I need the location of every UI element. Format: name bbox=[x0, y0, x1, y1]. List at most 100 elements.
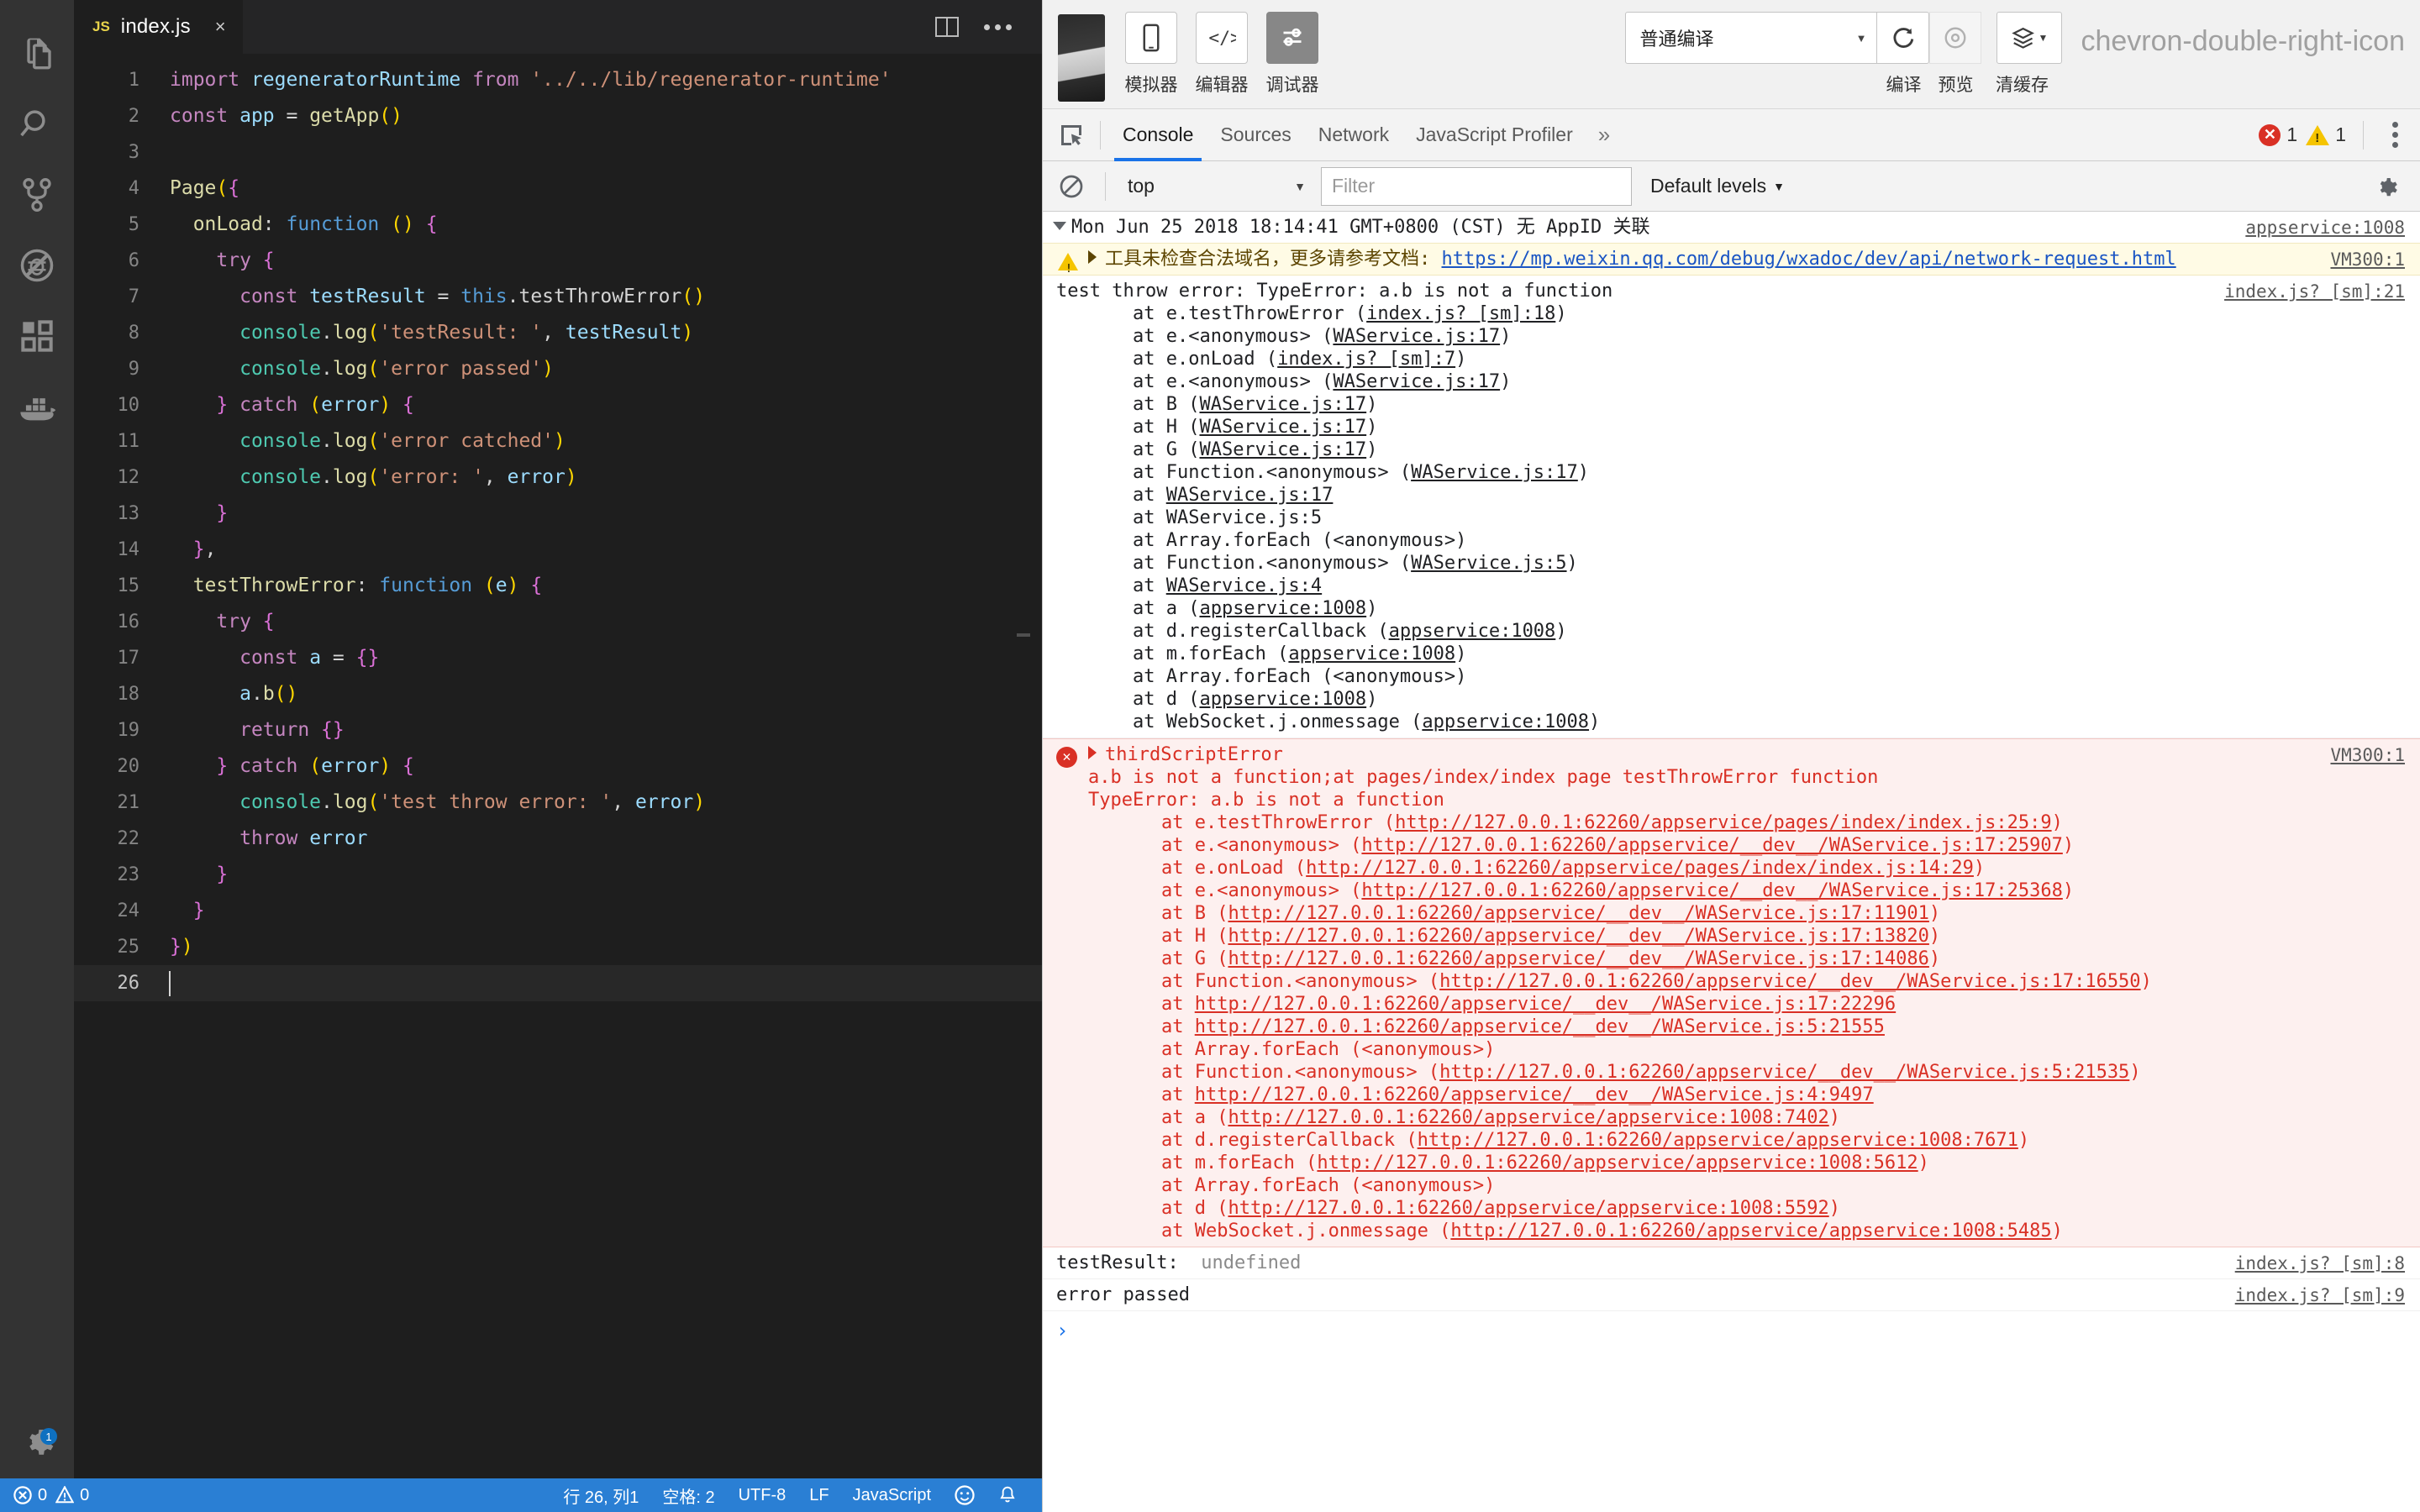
code-line[interactable]: 16 try { bbox=[74, 604, 1042, 640]
console-log-row[interactable]: error passed index.js? [sm]:9 bbox=[1043, 1279, 2420, 1311]
code-line[interactable]: 23 } bbox=[74, 857, 1042, 893]
execution-context-select[interactable]: top ▼ bbox=[1121, 175, 1314, 197]
clear-cache-button[interactable]: ▼ bbox=[1996, 12, 2063, 64]
code-line[interactable]: 24 } bbox=[74, 893, 1042, 929]
stack-link[interactable]: appservice:1008 bbox=[1422, 711, 1589, 732]
phone-icon[interactable] bbox=[1125, 12, 1177, 64]
status-warnings[interactable]: 0 bbox=[55, 1486, 89, 1505]
stack-link[interactable]: http://127.0.0.1:62260/appservice/__dev_… bbox=[1439, 1062, 2129, 1083]
code-line[interactable]: 1 import regeneratorRuntime from '../../l… bbox=[74, 62, 1042, 98]
stack-link[interactable]: http://127.0.0.1:62260/appservice/appser… bbox=[1228, 1198, 1828, 1219]
expand-icon[interactable] bbox=[1088, 250, 1097, 264]
close-icon[interactable]: × bbox=[215, 16, 226, 38]
code-line[interactable]: 6 try { bbox=[74, 243, 1042, 279]
stack-link[interactable]: http://127.0.0.1:62260/appservice/__dev_… bbox=[1228, 948, 1928, 969]
stack-link[interactable]: WAService.js:5 bbox=[1411, 553, 1566, 574]
code-icon[interactable]: </> bbox=[1196, 12, 1248, 64]
code-line[interactable]: 22 throw error bbox=[74, 821, 1042, 857]
stack-link[interactable]: WAService.js:17 bbox=[1411, 462, 1578, 483]
stack-link[interactable]: http://127.0.0.1:62260/appservice/appser… bbox=[1228, 1107, 1828, 1128]
source-control-icon[interactable] bbox=[0, 160, 74, 230]
toolbar-item-debugger[interactable]: 调试器 bbox=[1261, 12, 1323, 97]
code-line[interactable]: 20 } catch (error) { bbox=[74, 748, 1042, 785]
eol[interactable]: LF bbox=[809, 1486, 829, 1505]
code-line[interactable]: 8 console.log('testResult: ', testResult… bbox=[74, 315, 1042, 351]
extensions-icon[interactable] bbox=[0, 301, 74, 371]
tab-sources[interactable]: Sources bbox=[1207, 109, 1304, 161]
code-line[interactable]: 2 const app = getApp() bbox=[74, 98, 1042, 134]
stack-link[interactable]: http://127.0.0.1:62260/appservice/__dev_… bbox=[1439, 971, 2140, 992]
stack-link[interactable]: http://127.0.0.1:62260/appservice/__dev_… bbox=[1195, 1016, 1885, 1037]
console-error-count[interactable]: ✕ 1 bbox=[2259, 123, 2297, 146]
smiley-icon[interactable] bbox=[955, 1485, 975, 1505]
stack-link[interactable]: http://127.0.0.1:62260/appservice/__dev_… bbox=[1361, 880, 2062, 901]
devtools-menu-icon[interactable] bbox=[2381, 122, 2410, 148]
code-line[interactable]: 19 return {} bbox=[74, 712, 1042, 748]
status-errors[interactable]: 0 bbox=[13, 1486, 47, 1505]
toolbar-item-simulator[interactable]: 模拟器 bbox=[1120, 12, 1182, 97]
console-settings-icon[interactable] bbox=[2373, 174, 2410, 199]
indentation[interactable]: 空格: 2 bbox=[662, 1483, 714, 1508]
console-prompt[interactable]: › bbox=[1043, 1311, 2420, 1351]
code-line[interactable]: 12 console.log('error: ', error) bbox=[74, 459, 1042, 496]
stack-link[interactable]: appservice:1008 bbox=[1389, 621, 1556, 642]
no-debug-icon[interactable] bbox=[0, 230, 74, 301]
stack-link[interactable]: http://127.0.0.1:62260/appservice/__dev_… bbox=[1228, 903, 1928, 924]
scrollbar-marker[interactable] bbox=[1017, 633, 1030, 637]
compile-mode-select[interactable]: 普通编译 ▼ bbox=[1625, 12, 1878, 64]
debug-icon[interactable] bbox=[1266, 12, 1318, 64]
stack-link[interactable]: http://127.0.0.1:62260/appservice/appser… bbox=[1317, 1152, 1918, 1173]
code-line[interactable]: 15 testThrowError: function (e) { bbox=[74, 568, 1042, 604]
code-line[interactable]: 18 a.b() bbox=[74, 676, 1042, 712]
language-mode[interactable]: JavaScript bbox=[853, 1486, 931, 1505]
stack-link[interactable]: WAService.js:4 bbox=[1166, 575, 1322, 596]
console-output[interactable]: Mon Jun 25 2018 18:14:41 GMT+0800 (CST) … bbox=[1043, 212, 2420, 1512]
settings-gear-icon[interactable] bbox=[0, 1418, 74, 1465]
stack-link[interactable]: WAService.js:17 bbox=[1333, 371, 1500, 392]
console-warning-count[interactable]: 1 bbox=[2306, 123, 2346, 146]
source-link[interactable]: index.js? [sm]:9 bbox=[2235, 1284, 2405, 1307]
code-line[interactable]: 5 onLoad: function () { bbox=[74, 207, 1042, 243]
code-lines[interactable]: 1 import regeneratorRuntime from '../../l… bbox=[74, 54, 1042, 1478]
console-group-header[interactable]: Mon Jun 25 2018 18:14:41 GMT+0800 (CST) … bbox=[1043, 212, 2420, 243]
source-link[interactable]: index.js? [sm]:21 bbox=[2224, 281, 2405, 303]
console-warning-row[interactable]: 工具未检查合法域名，更多请参考文档: https://mp.weixin.qq.… bbox=[1043, 243, 2420, 281]
preview-button[interactable] bbox=[1929, 12, 1982, 64]
inspect-element-icon[interactable] bbox=[1051, 116, 1092, 155]
stack-link[interactable]: WAService.js:17 bbox=[1166, 485, 1334, 506]
split-editor-icon[interactable] bbox=[935, 17, 959, 37]
code-editor[interactable]: 1 import regeneratorRuntime from '../../l… bbox=[74, 54, 1042, 1478]
code-line[interactable]: 21 console.log('test throw error: ', err… bbox=[74, 785, 1042, 821]
stack-link[interactable]: WAService.js:17 bbox=[1199, 439, 1366, 460]
docker-icon[interactable] bbox=[0, 371, 74, 442]
tab-network[interactable]: Network bbox=[1305, 109, 1402, 161]
code-line[interactable]: 26 bbox=[74, 965, 1042, 1001]
stack-link[interactable]: WAService.js:17 bbox=[1199, 394, 1366, 415]
chevron-down-icon[interactable] bbox=[1053, 222, 1066, 230]
code-line[interactable]: 14 }, bbox=[74, 532, 1042, 568]
stack-link[interactable]: http://127.0.0.1:62260/appservice/pages/… bbox=[1306, 858, 1974, 879]
more-actions-icon[interactable] bbox=[984, 24, 1012, 30]
stack-link[interactable]: http://127.0.0.1:62260/appservice/__dev_… bbox=[1195, 994, 1896, 1015]
files-icon[interactable] bbox=[0, 18, 74, 89]
chevron-double-right-icon[interactable]: chevron-double-right-icon bbox=[2081, 25, 2405, 58]
code-line[interactable]: 11 console.log('error catched') bbox=[74, 423, 1042, 459]
code-line[interactable]: 7 const testResult = this.testThrowError… bbox=[74, 279, 1042, 315]
code-line[interactable]: 17 const a = {} bbox=[74, 640, 1042, 676]
expand-icon[interactable] bbox=[1088, 746, 1097, 759]
encoding[interactable]: UTF-8 bbox=[739, 1486, 786, 1505]
cursor-position[interactable]: 行 26, 列1 bbox=[563, 1483, 639, 1508]
tab-javascript-profiler[interactable]: JavaScript Profiler bbox=[1402, 109, 1586, 161]
stack-link[interactable]: http://127.0.0.1:62260/appservice/__dev_… bbox=[1195, 1084, 1874, 1105]
compile-button[interactable] bbox=[1877, 12, 1930, 64]
code-line[interactable]: 25}) bbox=[74, 929, 1042, 965]
source-link[interactable]: VM300:1 bbox=[2330, 249, 2405, 271]
stack-link[interactable]: http://127.0.0.1:62260/appservice/appser… bbox=[1450, 1221, 2051, 1242]
source-link[interactable]: appservice:1008 bbox=[2245, 217, 2405, 239]
search-icon[interactable] bbox=[0, 89, 74, 160]
console-log-error-row[interactable]: test throw error: TypeError: a.b is not … bbox=[1043, 276, 2420, 738]
stack-link[interactable]: http://127.0.0.1:62260/appservice/pages/… bbox=[1395, 812, 2051, 833]
stack-link[interactable]: appservice:1008 bbox=[1199, 598, 1366, 619]
stack-link[interactable]: index.js? [sm]:7 bbox=[1277, 349, 1455, 370]
code-line[interactable]: 13 } bbox=[74, 496, 1042, 532]
